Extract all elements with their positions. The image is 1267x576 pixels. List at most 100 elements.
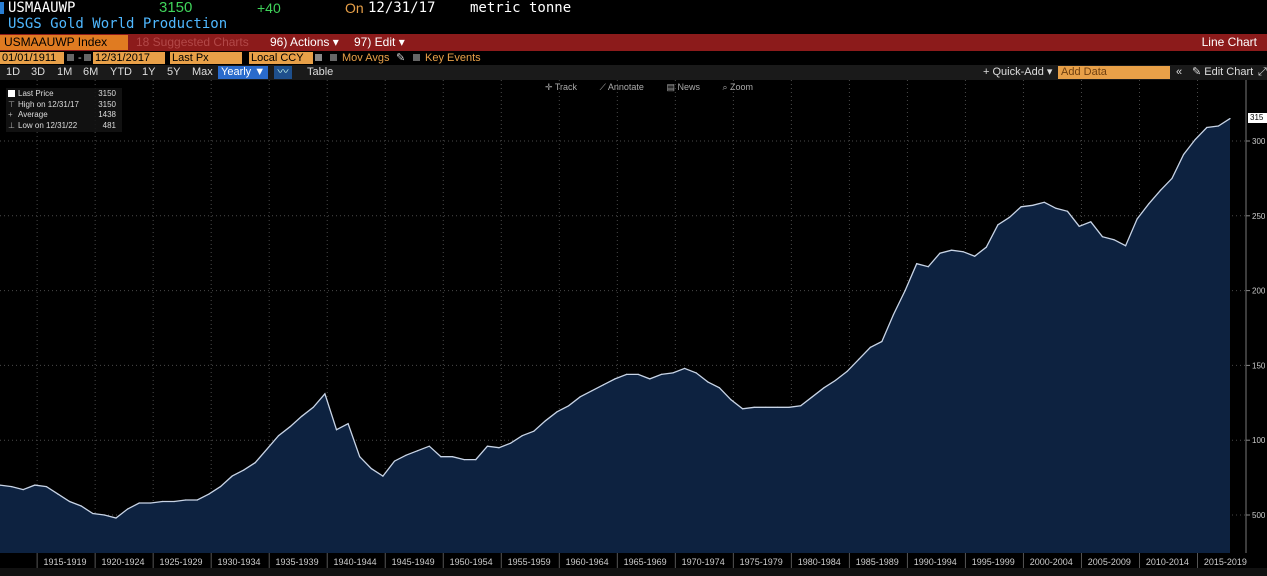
data-point [904, 290, 906, 292]
data-point [1217, 125, 1219, 127]
y-tick-label: 150 [1252, 361, 1266, 370]
data-point [753, 406, 755, 408]
data-point [556, 411, 558, 413]
data-point [289, 426, 291, 428]
data-point [1008, 216, 1011, 218]
x-axis: 1915-1919 1920-1924 1925-1929 1930-1934 1935… [0, 553, 1267, 576]
x-tick-label: 1945-1949 [392, 557, 435, 567]
chart-series [0, 118, 1231, 553]
data-point [301, 415, 303, 417]
x-tick-label: 1920-1924 [101, 557, 144, 567]
news-tool[interactable]: ▤ News [666, 82, 710, 92]
data-point [684, 367, 686, 369]
data-point [892, 313, 895, 316]
data-point [22, 489, 24, 491]
data-point [1090, 221, 1092, 223]
data-point [974, 255, 976, 257]
x-tick-label: 1995-1999 [972, 557, 1015, 567]
data-point [45, 486, 48, 488]
data-point [243, 469, 245, 471]
x-tick-label: 2015-2019 [1204, 557, 1247, 567]
data-point [742, 408, 744, 410]
data-point [1194, 138, 1196, 141]
x-tick-label: 1960-1964 [566, 557, 609, 567]
data-point [602, 384, 605, 386]
data-point [869, 346, 871, 348]
data-point [1206, 126, 1208, 129]
x-tick-label: 1915-1919 [43, 557, 86, 567]
data-point [1055, 207, 1057, 209]
data-point [208, 493, 210, 495]
data-point [858, 358, 860, 360]
data-point [765, 406, 767, 408]
legend-high: ⊤ High on 12/31/17 3150 [8, 99, 116, 109]
data-point [347, 423, 349, 425]
legend-low: ⊥ Low on 12/31/22 481 [8, 120, 116, 130]
data-point [916, 263, 918, 265]
data-point [92, 512, 94, 515]
data-point [266, 448, 268, 450]
chart-tools: ✛ Track ⟋ Annotate ▤ News ⌕ Zoom [545, 82, 773, 93]
data-point [115, 517, 117, 519]
data-point [811, 396, 813, 398]
x-tick-label: 2000-2004 [1030, 557, 1073, 567]
x-tick-label: 1965-1969 [624, 557, 667, 567]
data-point [927, 266, 929, 268]
data-point [127, 508, 129, 510]
data-point [1032, 204, 1034, 206]
x-tick-label: 1925-1929 [159, 557, 202, 567]
data-point [1113, 239, 1115, 241]
data-point [649, 378, 651, 380]
data-point [312, 406, 314, 408]
data-point [533, 430, 535, 432]
data-point [80, 505, 82, 507]
data-point [231, 475, 233, 477]
legend-swatch [8, 90, 15, 97]
track-tool[interactable]: ✛ Track [545, 82, 587, 92]
x-tick-label: 1985-1989 [856, 557, 899, 567]
data-point [138, 502, 140, 504]
x-tick-label: 2010-2014 [1146, 557, 1189, 567]
x-tick-label: 2005-2009 [1088, 557, 1131, 567]
annotate-tool[interactable]: ⟋ Annotate [600, 82, 654, 92]
data-point [463, 459, 465, 461]
x-tick-label: 1950-1954 [450, 557, 493, 567]
data-point [440, 456, 442, 458]
data-point [544, 420, 547, 422]
y-tick-label: 200 [1252, 287, 1266, 296]
data-point [1136, 218, 1138, 220]
data-point [1171, 177, 1173, 179]
area-fill [0, 118, 1230, 553]
data-point [150, 502, 152, 504]
data-point [475, 459, 477, 461]
x-tick-label: 1930-1934 [218, 557, 261, 567]
data-point [568, 405, 570, 407]
data-point [486, 445, 488, 447]
data-point [219, 486, 222, 488]
x-tick-label: 1940-1944 [334, 557, 377, 567]
data-point [962, 251, 964, 253]
chart-legend: Last Price 3150 ⊤ High on 12/31/17 3150 + Av… [6, 88, 122, 132]
data-point [498, 447, 500, 449]
data-point [196, 499, 198, 501]
zoom-tool[interactable]: ⌕ Zoom [722, 82, 763, 92]
data-point [359, 456, 361, 458]
data-point [34, 484, 36, 486]
x-tick-label: 1980-1984 [798, 557, 841, 567]
last-value-marker: 315 [1248, 113, 1267, 123]
data-point [672, 372, 674, 374]
legend-average: + Average 1438 [8, 110, 116, 119]
y-tick-label: 100 [1252, 436, 1266, 445]
data-point [103, 514, 105, 516]
data-point [637, 373, 639, 375]
data-point [985, 246, 987, 248]
x-tick-label: 1955-1959 [508, 557, 551, 567]
data-point [950, 249, 953, 251]
data-point [1148, 203, 1150, 205]
data-point [660, 373, 663, 375]
data-point [579, 396, 581, 398]
legend-last-price[interactable]: Last Price 3150 [8, 89, 120, 100]
data-point [939, 252, 941, 254]
data-point [614, 378, 616, 380]
data-point [626, 373, 628, 375]
